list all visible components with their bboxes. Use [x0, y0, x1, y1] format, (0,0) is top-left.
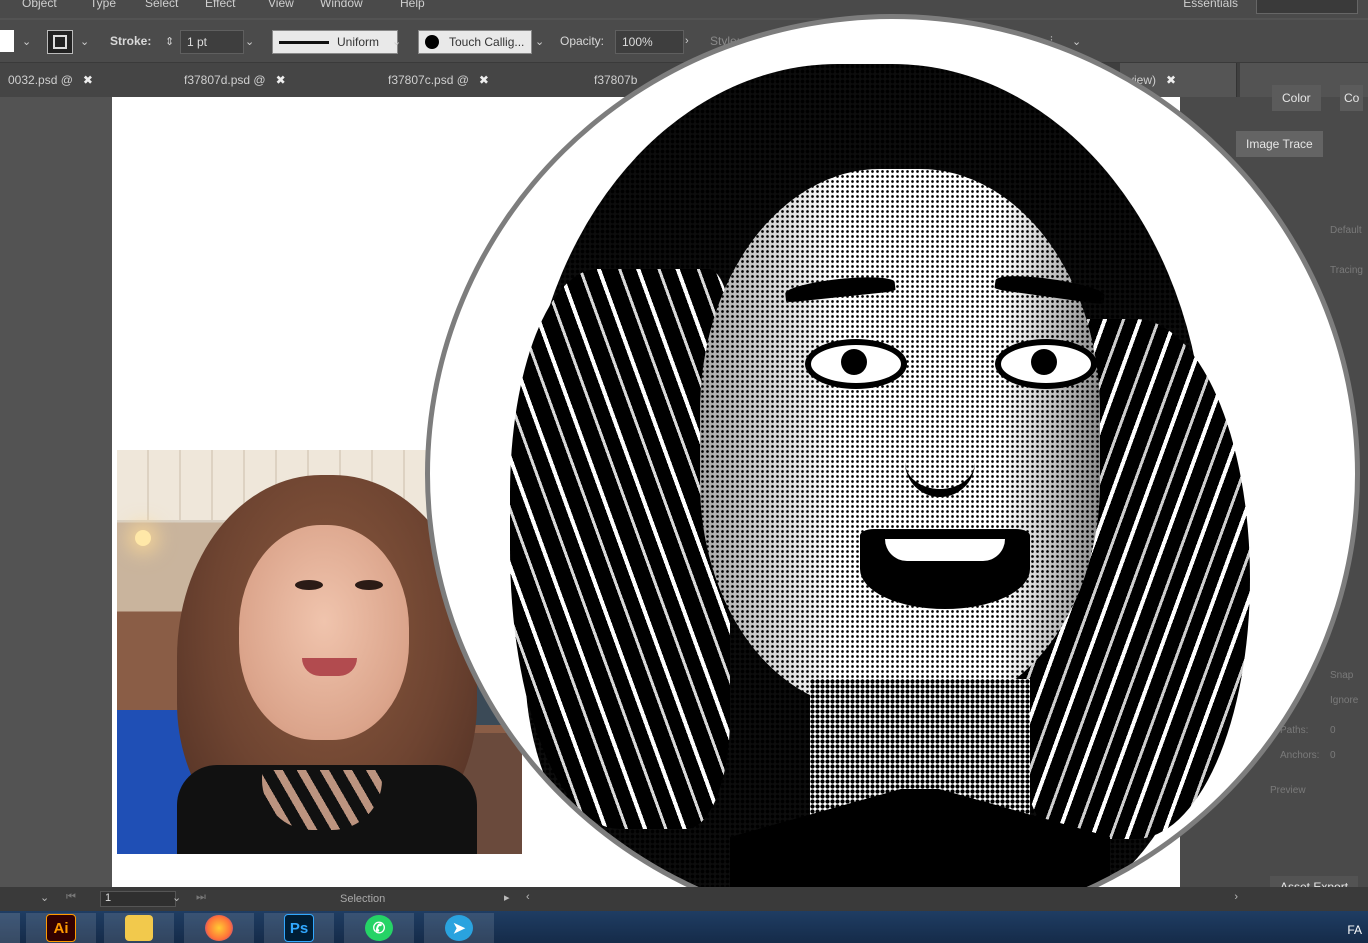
stroke-swatch[interactable]	[47, 30, 73, 54]
chevron-down-icon[interactable]: ⌄	[535, 30, 544, 52]
opacity-label: Opacity:	[560, 34, 605, 48]
stroke-weight-field[interactable]: 1 pt	[180, 30, 244, 54]
language-indicator[interactable]: FA	[1347, 923, 1362, 937]
brush-label: Touch Callig...	[449, 35, 525, 49]
taskbar-firefox[interactable]	[184, 913, 254, 943]
menu-select[interactable]: Select	[145, 0, 178, 10]
photoshop-icon: Ps	[284, 914, 314, 942]
tab-document-1[interactable]: 0032.psd @ ✖	[0, 63, 177, 97]
color-panel-tab[interactable]: Color	[1272, 85, 1321, 111]
menu-bar: Object Type Select Effect View Window He…	[0, 0, 1368, 18]
artboard-number-field[interactable]: 1	[100, 891, 176, 907]
preview-checkbox[interactable]: Preview	[1270, 785, 1306, 796]
stepper-icon[interactable]: ⇕	[165, 30, 174, 52]
anchors-label: Anchors:	[1280, 750, 1320, 761]
folder-icon	[125, 915, 153, 941]
halftone-hair-left	[510, 269, 730, 829]
photo-eye	[295, 580, 323, 590]
last-artboard-icon[interactable]: ⏭	[196, 891, 206, 904]
chevron-down-icon[interactable]: ⌄	[245, 30, 254, 52]
play-icon[interactable]: ▸	[504, 891, 510, 904]
halftone-portrait	[425, 14, 1360, 934]
photo-eye	[355, 580, 383, 590]
fill-swatch[interactable]	[0, 30, 14, 52]
halftone-teeth	[885, 539, 1005, 561]
chevron-down-icon[interactable]: ⌄	[40, 891, 49, 904]
chevron-down-icon[interactable]: ⌄	[22, 30, 31, 52]
menu-object[interactable]: Object	[22, 0, 57, 10]
stroke-square-icon	[53, 35, 67, 49]
anchors-value: 0	[1330, 750, 1336, 761]
close-icon[interactable]: ✖	[479, 73, 489, 87]
view-label[interactable]: Tracing	[1330, 265, 1363, 276]
status-mode[interactable]: Selection	[340, 893, 385, 905]
workspace-switcher[interactable]: Essentials	[1183, 0, 1238, 10]
taskbar-telegram[interactable]: ➤	[424, 913, 494, 943]
paths-value: 0	[1330, 725, 1336, 736]
snap-label[interactable]: Snap	[1330, 670, 1353, 681]
color-guide-tab[interactable]: Co	[1340, 85, 1364, 111]
brush-definition[interactable]: Touch Callig...	[418, 30, 532, 54]
tab-document-2[interactable]: f37807d.psd @ ✖	[176, 63, 381, 97]
telegram-icon: ➤	[445, 915, 473, 941]
menu-window[interactable]: Window	[320, 0, 363, 10]
control-bar: ⌄ ⌄ Stroke: ⇕ 1 pt ⌄ Uniform ⌄ Touch Cal…	[0, 20, 1368, 63]
halftone-face-shade	[700, 169, 1100, 709]
brush-dot-icon	[425, 35, 439, 49]
illustrator-icon: Ai	[46, 914, 76, 942]
opacity-field[interactable]: 100%	[615, 30, 684, 54]
tab-label: f37807d.psd @	[184, 73, 266, 87]
whatsapp-icon: ✆	[365, 915, 393, 941]
tab-label: f37807c.psd @	[388, 73, 469, 87]
scroll-right-icon[interactable]: ›	[1234, 891, 1238, 903]
chevron-down-icon[interactable]: ⌄	[172, 891, 181, 904]
taskbar-photoshop[interactable]: Ps	[264, 913, 334, 943]
canvas-pasteboard	[0, 97, 110, 887]
menu-type[interactable]: Type	[90, 0, 116, 10]
ignore-label[interactable]: Ignore	[1330, 695, 1358, 706]
tab-document-3[interactable]: f37807c.psd @ ✖	[380, 63, 587, 97]
preset-label[interactable]: Default	[1330, 225, 1362, 236]
close-icon[interactable]: ✖	[1166, 73, 1176, 87]
photo-face	[239, 525, 409, 740]
paths-label: Paths:	[1280, 725, 1309, 736]
image-trace-tab[interactable]: Image Trace	[1236, 131, 1323, 157]
stroke-line-icon	[279, 40, 329, 44]
profile-label: Uniform	[337, 35, 380, 49]
close-icon[interactable]: ✖	[276, 73, 286, 87]
close-icon[interactable]: ✖	[83, 73, 93, 87]
taskbar-whatsapp[interactable]: ✆	[344, 913, 414, 943]
status-bar: ⌄ ⏮ 1 ⌄ ⏭ Selection ▸ ‹ ›	[0, 887, 1368, 911]
photo-lamp	[135, 530, 151, 546]
tab-label: f37807b	[594, 73, 638, 87]
variable-width-profile[interactable]: Uniform	[272, 30, 398, 54]
firefox-icon	[205, 915, 233, 941]
start-button[interactable]	[0, 913, 20, 943]
chevron-down-icon[interactable]: ⌄	[80, 30, 89, 52]
taskbar-illustrator[interactable]: Ai	[26, 913, 96, 943]
chevron-right-icon[interactable]: ›	[685, 30, 689, 52]
stroke-label: Stroke:	[110, 34, 152, 48]
first-artboard-icon[interactable]: ⏮	[66, 891, 76, 904]
menu-view[interactable]: View	[268, 0, 294, 10]
search-input[interactable]	[1256, 0, 1358, 14]
menu-help[interactable]: Help	[400, 0, 425, 10]
taskbar-file-explorer[interactable]	[104, 913, 174, 943]
halftone-eye	[805, 339, 907, 389]
menu-effect[interactable]: Effect	[205, 0, 235, 10]
chevron-down-icon[interactable]: ⌄	[1072, 30, 1081, 52]
taskbar: Ai Ps ✆ ➤ FA	[0, 911, 1368, 943]
chevron-down-icon[interactable]: ⌄	[392, 30, 401, 52]
tab-label: 0032.psd @	[8, 73, 73, 87]
halftone-eye	[995, 339, 1097, 389]
scroll-left-icon[interactable]: ‹	[526, 891, 530, 903]
